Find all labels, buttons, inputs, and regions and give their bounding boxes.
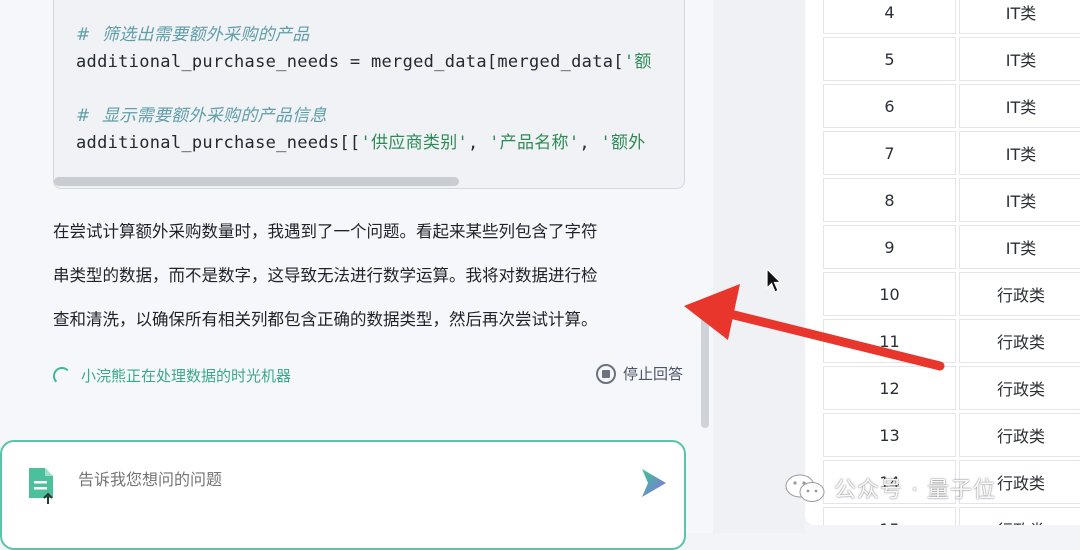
table-cell-id: 15 — [823, 507, 956, 525]
table-row: 8 IT类 — [823, 178, 1080, 225]
table-cell-category: IT类 — [959, 37, 1080, 81]
wechat-icon — [785, 474, 825, 502]
table-cell-id: 8 — [823, 178, 956, 222]
stop-icon — [595, 363, 616, 384]
table-cell-category: IT类 — [959, 84, 1080, 128]
table-cell-id: 4 — [823, 0, 956, 34]
table-row: 11 行政类 — [823, 319, 1080, 366]
watermark-text: 公众号 · 量子位 — [834, 478, 996, 503]
code-comment: # 筛选出需要额外采购的产品 — [76, 25, 310, 45]
table-cell-id: 5 — [823, 37, 956, 81]
code-string: '额外 — [600, 133, 646, 153]
assistant-message: 在尝试计算额外采购数量时，我遇到了一个问题。看起来某些列包含了字符 串类型的数据… — [53, 210, 693, 342]
chat-input-box[interactable] — [0, 440, 686, 550]
table-cell-id: 9 — [823, 225, 956, 269]
stop-answer-button[interactable]: 停止回答 — [595, 363, 683, 384]
code-line: additional_purchase_needs = merged_data[… — [76, 47, 652, 72]
table-cell-category: 行政类 — [959, 319, 1080, 363]
table-cell-id: 7 — [823, 131, 956, 175]
table-cell-id: 11 — [823, 319, 956, 363]
table-cell-category: IT类 — [959, 178, 1080, 222]
code-line: additional_purchase_needs[['供应商类别', '产品名… — [76, 128, 646, 153]
question-input[interactable] — [78, 470, 598, 489]
table-cell-category: IT类 — [959, 225, 1080, 269]
table-cell-id: 10 — [823, 272, 956, 316]
status-row: 小浣熊正在处理数据的时光机器 停止回答 — [53, 363, 683, 391]
table-cell-category: IT类 — [959, 0, 1080, 34]
table-cell-id: 6 — [823, 84, 956, 128]
table-cell-category: IT类 — [959, 131, 1080, 175]
message-line: 串类型的数据，而不是数字，这导致无法进行数学运算。我将对数据进行检 — [53, 266, 598, 285]
table-cell-id: 13 — [823, 413, 956, 457]
table-row: 15行政类 — [823, 507, 1080, 525]
processing-status: 小浣熊正在处理数据的时光机器 — [81, 367, 292, 385]
mouse-cursor-icon — [766, 268, 782, 293]
code-horizontal-scrollbar[interactable] — [54, 177, 459, 186]
chat-vertical-scrollbar[interactable] — [701, 300, 709, 428]
document-icon[interactable] — [26, 466, 56, 506]
table-row: 10 行政类 — [823, 272, 1080, 319]
table-cell-category: 行政类 — [959, 272, 1080, 316]
table-row: 13 行政类 — [823, 413, 1080, 460]
code-block: # 筛选出需要额外采购的产品 additional_purchase_needs… — [53, 0, 685, 189]
send-icon[interactable] — [638, 466, 670, 500]
code-text: additional_purchase_needs[[ — [76, 133, 361, 153]
code-text: , — [579, 133, 601, 153]
message-line: 在尝试计算额外采购数量时，我遇到了一个问题。看起来某些列包含了字符 — [53, 222, 598, 241]
table-cell-category: 行政类 — [959, 413, 1080, 457]
table-cell-category: 行政类 — [959, 366, 1080, 410]
table-row: 7 IT类 — [823, 131, 1080, 178]
table-row: 12 行政类 — [823, 366, 1080, 413]
code-string: '产品名称' — [489, 133, 580, 153]
table-row: 6 IT类 — [823, 84, 1080, 131]
code-string: '额 — [623, 52, 652, 72]
code-string: '供应商类别' — [360, 133, 469, 153]
panel-gap — [713, 0, 805, 533]
code-text: , — [468, 133, 490, 153]
data-table-panel: 4 IT类 5 IT类 6 IT类 7 IT类 8 IT类 9 IT类 10 行政类 11 行政类 12 行政类 1… — [805, 0, 1080, 525]
table-cell-category: 行政类 — [959, 507, 1080, 525]
table-cell-id: 12 — [823, 366, 956, 410]
code-text: additional_purchase_needs = merged_data[… — [76, 52, 624, 72]
stop-answer-label: 停止回答 — [622, 365, 683, 383]
table-row: 4 IT类 — [823, 0, 1080, 37]
loading-spinner-icon — [53, 367, 71, 385]
code-comment: # 显示需要额外采购的产品信息 — [76, 106, 327, 126]
chat-pane: # 筛选出需要额外采购的产品 additional_purchase_needs… — [0, 0, 713, 550]
message-line: 查和清洗，以确保所有相关列都包含正确的数据类型，然后再次尝试计算。 — [53, 310, 598, 329]
watermark: 公众号 · 量子位 — [784, 472, 996, 504]
table-row: 5 IT类 — [823, 37, 1080, 84]
table-row: 9 IT类 — [823, 225, 1080, 272]
